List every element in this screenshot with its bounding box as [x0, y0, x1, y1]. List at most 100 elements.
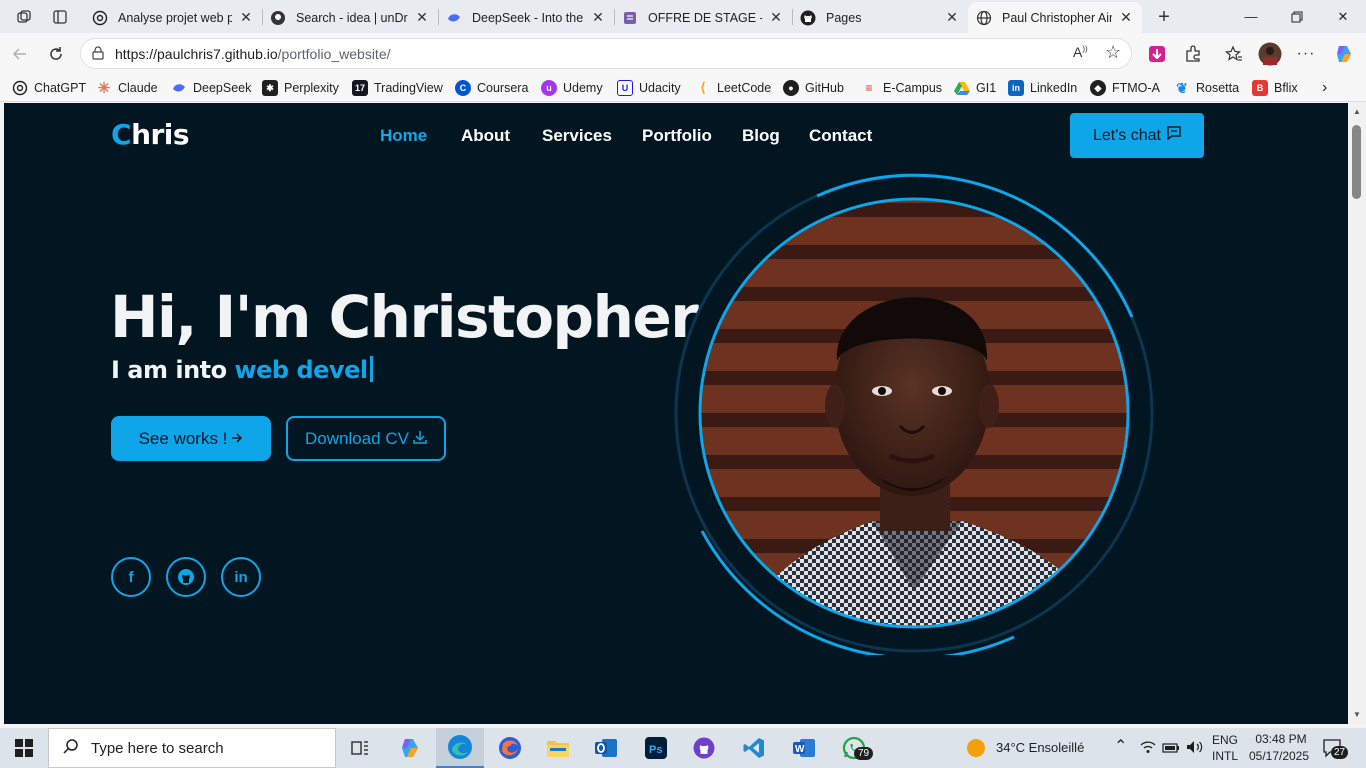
facebook-icon[interactable]: f: [111, 557, 151, 597]
bookmark-udacity[interactable]: U Udacity: [617, 79, 681, 97]
linkedin-icon: in: [1008, 80, 1024, 96]
workspaces-icon[interactable]: [10, 5, 38, 29]
google-drive-icon: [954, 80, 970, 96]
bookmark-tradingview[interactable]: 17 TradingView: [352, 79, 443, 97]
restore-icon[interactable]: [1274, 0, 1320, 33]
browser-tab-active[interactable]: Paul Christopher Aime ✕: [968, 2, 1142, 33]
see-works-button[interactable]: See works !: [111, 416, 271, 461]
github-desktop-icon[interactable]: [680, 728, 728, 768]
volume-icon[interactable]: [1186, 740, 1204, 759]
word-icon[interactable]: W: [780, 728, 828, 768]
outlook-icon[interactable]: [582, 728, 630, 768]
favorite-star-icon[interactable]: ☆: [1105, 42, 1121, 63]
copilot-icon[interactable]: [1330, 40, 1358, 68]
bookmark-chatgpt[interactable]: ChatGPT: [12, 79, 86, 97]
chatgpt-icon: [12, 80, 28, 96]
close-tab-icon[interactable]: ✕: [590, 9, 606, 26]
address-bar[interactable]: https://paulchris7.github.io/portfolio_w…: [80, 38, 1132, 69]
scroll-up-icon[interactable]: ▲: [1351, 106, 1363, 118]
site-info-icon[interactable]: [91, 46, 105, 65]
vscode-icon[interactable]: [730, 728, 778, 768]
bookmark-udemy[interactable]: u Udemy: [541, 79, 603, 97]
browser-tab[interactable]: Pages ✕: [792, 2, 968, 33]
browser-tab[interactable]: DeepSeek - Into the U ✕: [438, 2, 614, 33]
bookmark-linkedin[interactable]: in LinkedIn: [1008, 79, 1077, 97]
nav-services[interactable]: Services: [542, 126, 612, 146]
bookmark-leetcode[interactable]: ⟨ LeetCode: [695, 79, 771, 97]
tab-actions-icon[interactable]: [46, 5, 74, 29]
extensions-icon[interactable]: [1179, 40, 1207, 68]
nav-contact[interactable]: Contact: [809, 126, 872, 146]
browser-tab[interactable]: Search - idea | unDraw ✕: [262, 2, 438, 33]
photoshop-icon[interactable]: Ps: [632, 728, 680, 768]
profile-avatar[interactable]: [1256, 40, 1284, 68]
copilot-taskbar-icon[interactable]: [386, 728, 434, 768]
ftmo-icon: ◆: [1090, 80, 1106, 96]
bookmark-perplexity[interactable]: ✱ Perplexity: [262, 79, 339, 97]
more-menu-icon[interactable]: ···: [1292, 40, 1320, 68]
bflix-icon: B: [1252, 80, 1268, 96]
close-tab-icon[interactable]: ✕: [944, 9, 960, 26]
notification-center-icon[interactable]: 27: [1322, 737, 1349, 764]
site-logo[interactable]: Chris: [111, 118, 190, 151]
edge-taskbar-icon[interactable]: [436, 728, 484, 768]
firefox-taskbar-icon[interactable]: [486, 728, 534, 768]
forms-icon: [622, 10, 638, 26]
bookmark-gi1[interactable]: GI1: [954, 79, 996, 97]
bookmark-claude[interactable]: ✳ Claude: [96, 79, 158, 97]
download-extension-icon[interactable]: [1143, 40, 1171, 68]
bookmark-deepseek[interactable]: DeepSeek: [171, 79, 251, 97]
bookmark-ecampus[interactable]: ≡ E-Campus: [861, 79, 942, 97]
bookmark-ftmo[interactable]: ◆ FTMO-A: [1090, 79, 1160, 97]
file-explorer-icon[interactable]: [534, 728, 582, 768]
bookmark-bflix[interactable]: B Bflix: [1252, 79, 1298, 97]
favorites-icon[interactable]: [1220, 40, 1248, 68]
lets-chat-button[interactable]: Let's chat: [1070, 113, 1204, 158]
language-code[interactable]: ENG: [1212, 733, 1238, 747]
nav-blog[interactable]: Blog: [742, 126, 780, 146]
minimize-icon[interactable]: —: [1228, 0, 1274, 33]
keyboard-layout[interactable]: INTL: [1212, 749, 1238, 763]
taskbar-search[interactable]: Type here to search: [48, 728, 336, 768]
show-hidden-icons-chevron-icon[interactable]: ⌃: [1114, 736, 1127, 756]
ecampus-icon: ≡: [865, 81, 873, 95]
page-scrollbar[interactable]: ▲ ▼: [1348, 103, 1366, 724]
github-icon: [800, 10, 816, 26]
bookmark-github[interactable]: ● GitHub: [783, 79, 844, 97]
scroll-down-icon[interactable]: ▼: [1351, 709, 1363, 721]
battery-icon[interactable]: [1162, 741, 1180, 759]
more-bookmarks-chevron-icon[interactable]: ›: [1322, 79, 1327, 97]
bookmark-rosetta[interactable]: ❦ Rosetta: [1174, 79, 1239, 97]
whatsapp-icon[interactable]: 79: [830, 728, 878, 768]
github-icon[interactable]: [166, 557, 206, 597]
download-icon: [413, 429, 427, 449]
clock-date[interactable]: 05/17/2025: [1248, 749, 1310, 763]
browser-tab[interactable]: OFFRE DE STAGE - CA ✕: [614, 2, 792, 33]
windows-taskbar: Type here to search Ps W 79 34°C Ensolei…: [0, 728, 1366, 768]
wifi-icon[interactable]: [1140, 740, 1156, 759]
leetcode-icon: ⟨: [700, 80, 706, 95]
weather-text[interactable]: 34°C Ensoleillé: [996, 740, 1084, 755]
browser-tab[interactable]: Analyse projet web pe ✕: [84, 2, 262, 33]
close-tab-icon[interactable]: ✕: [238, 9, 254, 26]
scrollbar-thumb[interactable]: [1352, 125, 1361, 199]
close-tab-icon[interactable]: ✕: [1118, 9, 1134, 26]
chat-icon: [1167, 126, 1181, 145]
close-window-icon[interactable]: ✕: [1320, 0, 1366, 33]
close-tab-icon[interactable]: ✕: [768, 9, 784, 26]
download-cv-button[interactable]: Download CV: [286, 416, 446, 461]
new-tab-icon[interactable]: +: [1150, 5, 1178, 29]
read-aloud-icon[interactable]: A)): [1073, 44, 1088, 60]
nav-about[interactable]: About: [461, 126, 510, 146]
refresh-icon[interactable]: [42, 40, 70, 68]
nav-home[interactable]: Home: [380, 126, 427, 146]
back-icon[interactable]: [6, 40, 34, 68]
clock-time[interactable]: 03:48 PM: [1254, 732, 1308, 746]
task-view-icon[interactable]: [336, 728, 384, 768]
linkedin-icon[interactable]: in: [221, 557, 261, 597]
close-tab-icon[interactable]: ✕: [414, 9, 430, 26]
tab-strip: Analyse projet web pe ✕ Search - idea | …: [0, 0, 1366, 33]
start-button[interactable]: [0, 728, 48, 768]
nav-portfolio[interactable]: Portfolio: [642, 126, 712, 146]
bookmark-coursera[interactable]: C Coursera: [455, 79, 528, 97]
